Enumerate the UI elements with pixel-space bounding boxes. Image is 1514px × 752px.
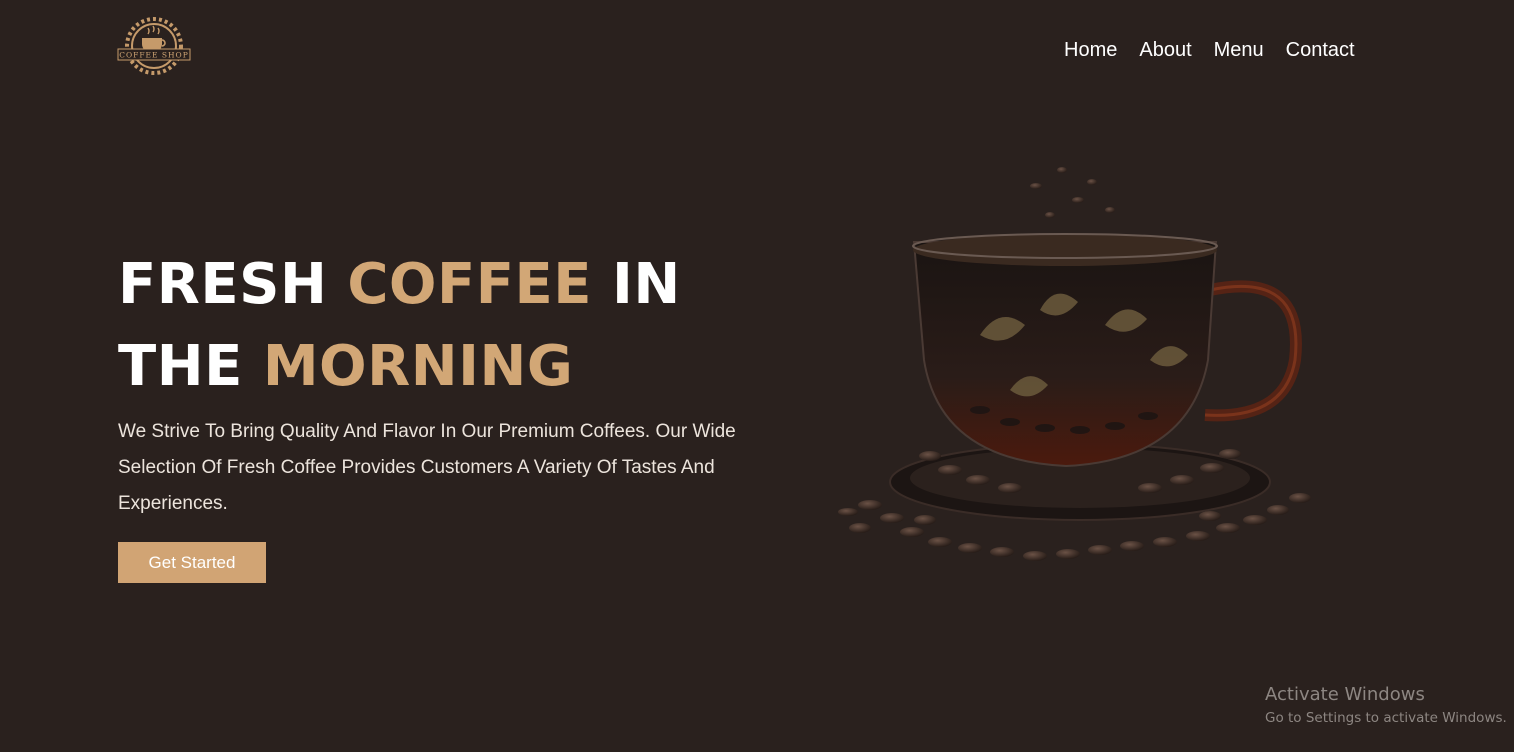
coffee-shop-logo[interactable]: COFFEE SHOP <box>116 16 192 80</box>
coffee-cup-image <box>838 167 1311 561</box>
hero-description: We Strive To Bring Quality And Flavor In… <box>118 421 736 514</box>
main-nav: Home About Menu Contact <box>1064 36 1355 64</box>
hero-title: FRESH COFFEE IN THE MORNING <box>118 244 681 408</box>
hero-title-accent-word: COFFEE <box>347 252 593 317</box>
nav-home[interactable]: Home <box>1064 36 1117 64</box>
hero-title-word: FRESH <box>118 252 328 317</box>
nav-menu[interactable]: Menu <box>1214 36 1264 64</box>
watermark-subtitle: Go to Settings to activate Windows. <box>1265 710 1507 726</box>
hero-title-accent-word: MORNING <box>262 334 574 399</box>
hero-title-word: IN <box>612 252 681 317</box>
hero-title-word: THE <box>118 334 243 399</box>
watermark-title: Activate Windows <box>1265 684 1425 705</box>
windows-activation-watermark: Activate Windows Go to Settings to activ… <box>1265 684 1507 728</box>
nav-about[interactable]: About <box>1139 36 1191 64</box>
get-started-button[interactable]: Get Started <box>118 542 266 583</box>
logo-text: COFFEE SHOP <box>119 51 189 60</box>
nav-contact[interactable]: Contact <box>1286 36 1355 64</box>
